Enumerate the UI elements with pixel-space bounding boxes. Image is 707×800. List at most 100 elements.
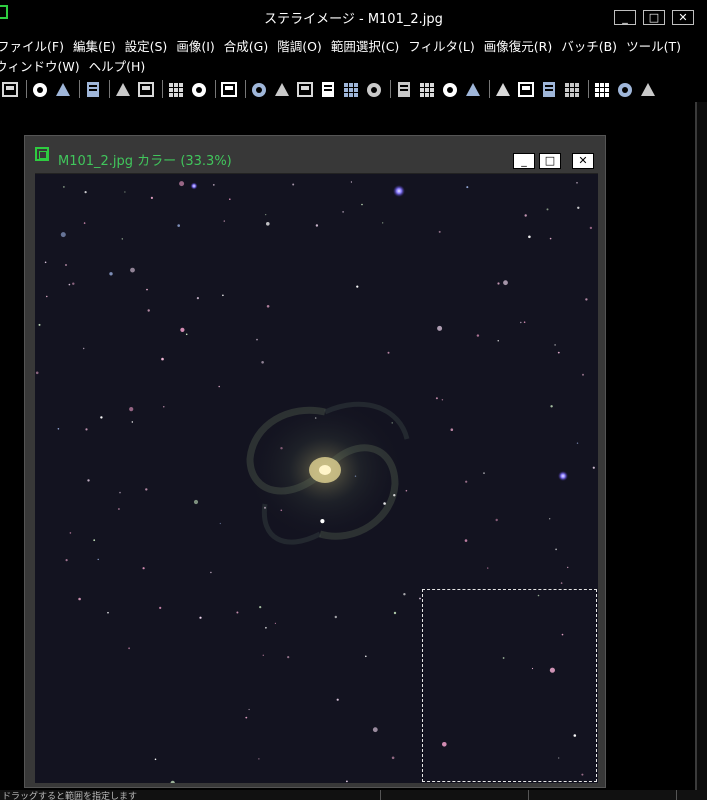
stack-icon[interactable] — [318, 80, 338, 99]
close-button[interactable]: ✕ — [672, 10, 694, 25]
menu-item[interactable]: ヘルプ(H) — [89, 56, 146, 76]
export-icon[interactable] — [83, 80, 103, 99]
star — [435, 397, 438, 400]
histogram-icon[interactable] — [516, 80, 536, 99]
zoom-tool-icon[interactable] — [615, 80, 635, 99]
info-icon[interactable] — [219, 80, 239, 99]
measure-icon[interactable] — [493, 80, 513, 99]
star — [256, 338, 258, 341]
composite-icon[interactable] — [341, 80, 361, 99]
filter-icon[interactable] — [272, 80, 292, 99]
star — [124, 191, 126, 193]
star — [130, 267, 135, 273]
star — [258, 758, 260, 760]
star-icon[interactable] — [463, 80, 483, 99]
frame-icon[interactable] — [364, 80, 384, 99]
toolbar-separator — [215, 80, 216, 98]
paste-icon[interactable] — [136, 80, 156, 99]
globe-icon[interactable] — [562, 80, 582, 99]
star — [582, 373, 584, 376]
star — [405, 489, 408, 492]
star — [403, 593, 406, 596]
star — [393, 611, 397, 615]
menu-item[interactable]: ウィンドウ(W) — [0, 56, 80, 76]
menu-item[interactable]: 合成(G) — [224, 36, 268, 56]
document-maximize-button[interactable]: □ — [539, 153, 561, 169]
minimize-button[interactable]: _ — [614, 10, 636, 25]
menu-item[interactable]: 階調(O) — [277, 36, 322, 56]
star — [334, 615, 337, 619]
menu-item[interactable]: 設定(S) — [125, 36, 168, 56]
star — [523, 321, 526, 323]
star — [117, 508, 120, 510]
star — [229, 198, 231, 200]
align-icon[interactable] — [53, 80, 73, 99]
star — [163, 406, 165, 408]
zoom-in-icon[interactable] — [592, 80, 612, 99]
image-document-window[interactable]: M101_2.jpg カラー (33.3%) _ □ ✕ — [24, 135, 606, 788]
star — [280, 447, 283, 450]
star — [159, 606, 162, 609]
star — [154, 758, 157, 761]
star — [549, 518, 551, 520]
star — [546, 208, 549, 211]
star — [78, 597, 81, 601]
document-minimize-button[interactable]: _ — [513, 153, 535, 169]
sharpen-icon[interactable] — [295, 80, 315, 99]
star — [589, 226, 593, 230]
layers-icon[interactable] — [539, 80, 559, 99]
title-bar: ステライメージ - M101_2.jpg _ □ ✕ — [0, 0, 707, 34]
star — [212, 184, 215, 186]
star — [65, 264, 67, 266]
save-icon[interactable] — [30, 80, 50, 99]
curve-icon[interactable] — [638, 80, 658, 99]
star — [350, 181, 352, 183]
image-canvas[interactable] — [35, 173, 598, 783]
star — [222, 294, 224, 297]
star — [38, 323, 41, 326]
open-icon[interactable] — [0, 80, 20, 99]
star — [185, 333, 188, 336]
galaxy-m101 — [245, 398, 410, 545]
bright-star — [393, 185, 405, 197]
star — [465, 480, 468, 483]
star — [35, 371, 39, 375]
star — [248, 708, 250, 711]
star — [346, 780, 348, 783]
new-window-icon[interactable] — [166, 80, 186, 99]
copy-icon[interactable] — [113, 80, 133, 99]
star — [46, 295, 48, 298]
menu-item[interactable]: 画像復元(R) — [484, 36, 552, 56]
menu-item[interactable]: フィルタ(L) — [408, 36, 474, 56]
menu-item[interactable]: バッチ(B) — [561, 36, 617, 56]
star — [391, 756, 395, 760]
batch-icon[interactable] — [440, 80, 460, 99]
document-icon[interactable] — [35, 147, 49, 161]
star — [567, 566, 569, 569]
rgb-split-icon[interactable] — [394, 80, 414, 99]
menu-item[interactable]: 範囲選択(C) — [331, 36, 399, 56]
document-close-button[interactable]: ✕ — [572, 153, 594, 169]
grid-icon[interactable] — [417, 80, 437, 99]
star — [497, 340, 499, 342]
star — [549, 237, 552, 240]
display-icon[interactable] — [189, 80, 209, 99]
star — [437, 325, 443, 331]
star — [265, 214, 267, 216]
toolbar-separator — [245, 80, 246, 98]
menu-item[interactable]: 画像(I) — [176, 36, 214, 56]
star — [487, 567, 489, 569]
maximize-button[interactable]: □ — [643, 10, 665, 25]
star — [266, 222, 270, 226]
selection-rectangle[interactable] — [422, 589, 597, 782]
star — [292, 183, 295, 186]
star — [315, 224, 319, 227]
menu-bar: ファイル(F) 編集(E) 設定(S) 画像(I) 合成(G) 階調(O) 範囲選択(C) フ… — [0, 34, 707, 76]
star — [119, 491, 121, 494]
menu-item[interactable]: 編集(E) — [73, 36, 116, 56]
levels-icon[interactable] — [249, 80, 269, 99]
star — [265, 626, 267, 629]
star — [495, 518, 498, 522]
menu-item[interactable]: ツール(T) — [626, 36, 681, 56]
menu-item[interactable]: ファイル(F) — [0, 36, 64, 56]
